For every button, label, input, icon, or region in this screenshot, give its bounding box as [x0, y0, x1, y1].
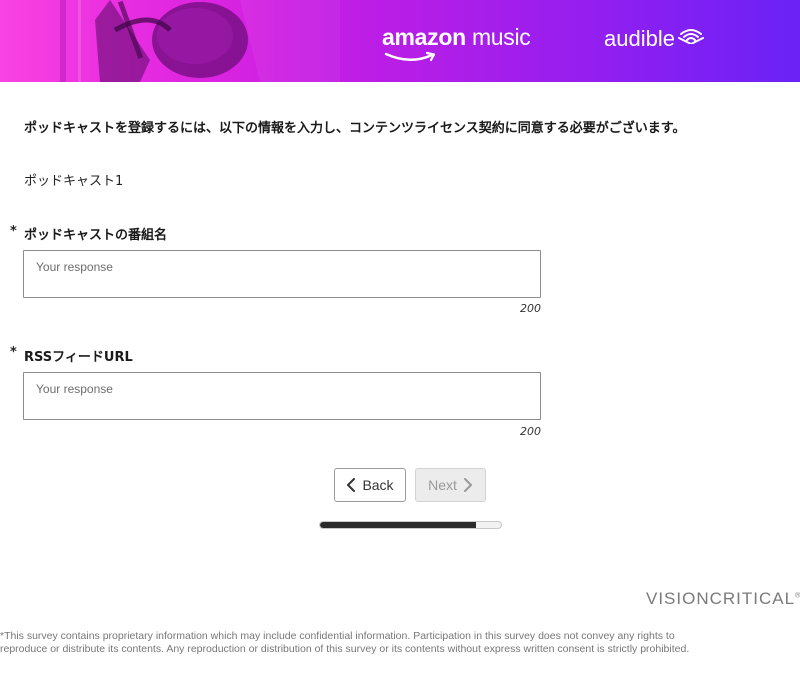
registered-mark: ® — [795, 592, 800, 600]
chevron-left-icon — [347, 478, 356, 492]
chevron-right-icon — [463, 478, 472, 492]
char-limit-counter: 200 — [520, 302, 541, 315]
intro-text: ポッドキャストを登録するには、以下の情報を入力し、コンテンツライセンス契約に同意… — [24, 121, 686, 136]
rss-feed-url-input[interactable] — [23, 372, 541, 420]
required-marker: * — [10, 345, 17, 360]
podcast-title-input[interactable] — [23, 250, 541, 298]
audible-logo: audible — [604, 26, 714, 66]
rss-feed-url-label: RSSフィードURL — [24, 350, 133, 365]
survey-progress-bar — [319, 521, 502, 529]
confidentiality-disclaimer: *This survey contains proprietary inform… — [0, 630, 690, 655]
section-label: ポッドキャスト1 — [24, 174, 124, 189]
visioncritical-wordmark: VISIONCRITICAL — [646, 589, 796, 608]
audible-waves-icon — [678, 29, 704, 44]
music-wordmark: music — [471, 24, 531, 50]
visioncritical-logo: VISIONCRITICAL® — [646, 589, 800, 613]
microphone-image — [0, 0, 340, 82]
podcast-title-label: ポッドキャストの番組名 — [24, 228, 168, 243]
required-marker: * — [10, 224, 17, 239]
amazon-smile-icon — [384, 51, 436, 62]
next-button[interactable]: Next — [415, 468, 486, 502]
amazon-music-logo: amazon music — [382, 24, 542, 68]
header-banner: amazon music audible — [0, 0, 800, 82]
back-button[interactable]: Back — [334, 468, 406, 502]
survey-progress-fill — [320, 522, 476, 528]
back-button-label: Back — [362, 477, 394, 493]
amazon-wordmark: amazon — [382, 24, 466, 50]
next-button-label: Next — [428, 477, 457, 493]
char-limit-counter: 200 — [520, 425, 541, 438]
